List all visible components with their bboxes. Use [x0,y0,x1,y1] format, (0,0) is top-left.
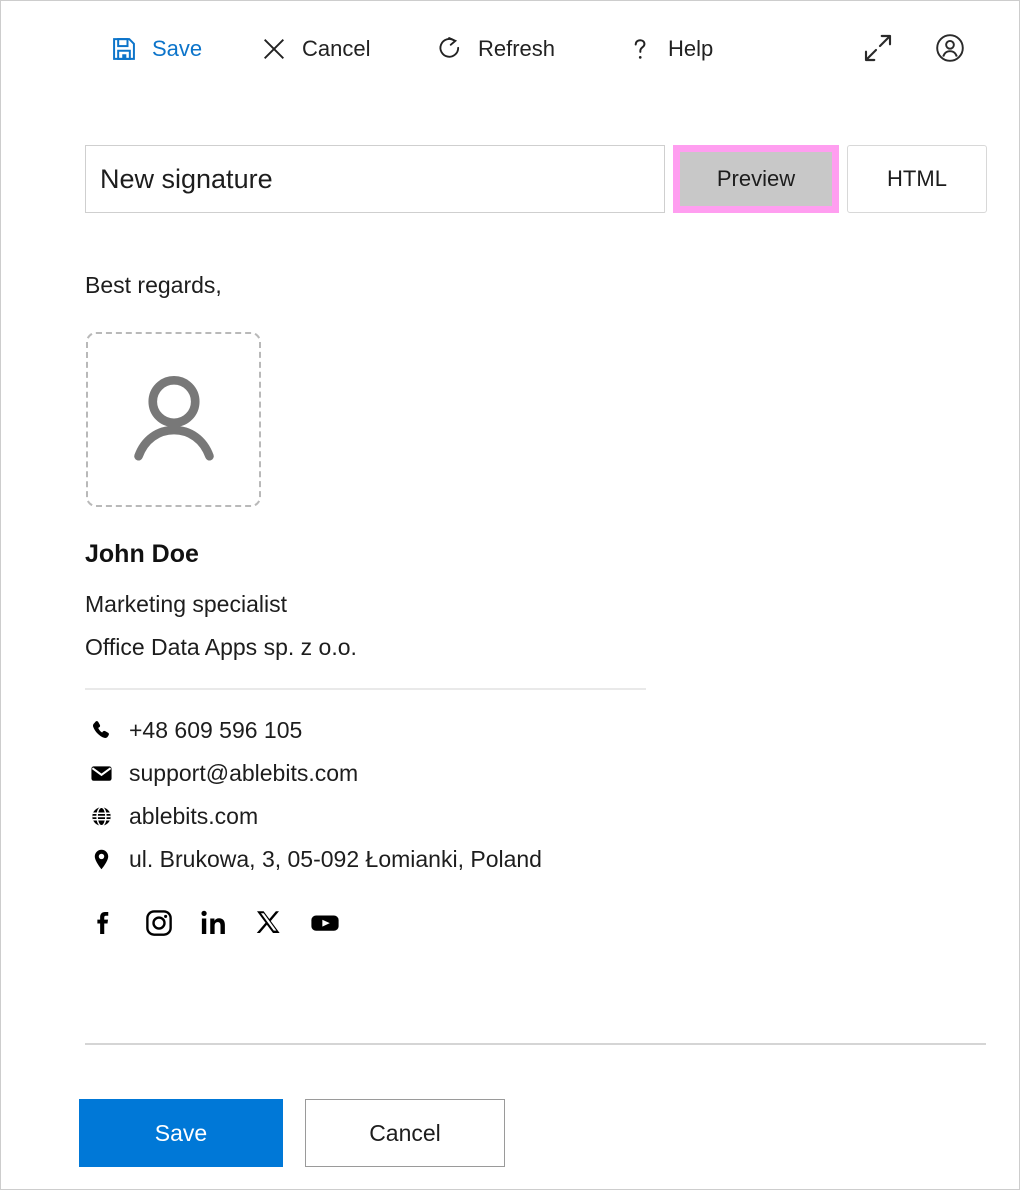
person-silhouette-icon [118,361,230,478]
contact-value-email: support@ablebits.com [129,760,359,786]
floppy-disk-save-icon [109,34,139,64]
refresh-circular-arrow-icon [435,34,465,64]
save-button[interactable]: Save [79,1099,283,1167]
location-pin-icon [85,848,129,871]
contact-value-address: ul. Brukowa, 3, 05-092 Łomianki, Poland [129,846,542,872]
signature-editor-window: Save Cancel Refresh Help New signature P… [0,0,1020,1190]
globe-website-icon [85,805,129,828]
instagram-icon[interactable] [144,908,174,938]
expand-diagonal-arrows-icon[interactable] [859,29,897,67]
contact-row-website: ablebits.com [85,795,685,838]
toolbar: Save Cancel Refresh Help [1,1,1019,93]
signature-greeting: Best regards, [85,272,222,298]
signature-social-links [89,907,341,939]
tab-html[interactable]: HTML [847,145,987,213]
signature-company: Office Data Apps sp. z o.o. [85,634,357,660]
contact-row-email: support@ablebits.com [85,752,685,795]
linkedin-icon[interactable] [199,908,229,938]
toolbar-refresh-label: Refresh [478,36,556,61]
tab-preview[interactable]: Preview [673,145,839,213]
signature-job-title: Marketing specialist [85,591,287,617]
toolbar-cancel-button[interactable]: Cancel [249,28,380,70]
toolbar-help-button[interactable]: Help [615,28,723,70]
signature-name-input[interactable] [85,145,665,213]
tab-preview-label: Preview [716,166,796,191]
youtube-icon[interactable] [309,907,341,939]
contact-row-address: ul. Brukowa, 3, 05-092 Łomianki, Poland [85,838,685,881]
tab-html-label: HTML [887,166,947,191]
contact-row-phone: +48 609 596 105 [85,709,685,752]
x-twitter-icon[interactable] [254,908,284,938]
footer-divider [85,1043,986,1045]
phone-icon [85,719,129,742]
signature-person-name: John Doe [85,540,199,568]
envelope-email-icon [85,762,129,785]
signature-photo-placeholder[interactable] [86,332,261,507]
cancel-button[interactable]: Cancel [305,1099,505,1167]
toolbar-help-label: Help [668,36,714,61]
toolbar-refresh-button[interactable]: Refresh [425,28,565,70]
signature-contact-list: +48 609 596 105 support@ablebits.com abl… [85,709,685,881]
close-x-icon [259,34,289,64]
signature-divider [85,688,646,690]
account-person-circle-icon[interactable] [931,29,969,67]
toolbar-cancel-label: Cancel [302,36,371,61]
contact-value-phone: +48 609 596 105 [129,717,303,743]
facebook-icon[interactable] [89,908,119,938]
question-mark-icon [625,34,655,64]
toolbar-save-button[interactable]: Save [99,28,212,70]
contact-value-website: ablebits.com [129,803,259,829]
toolbar-save-label: Save [152,36,203,61]
